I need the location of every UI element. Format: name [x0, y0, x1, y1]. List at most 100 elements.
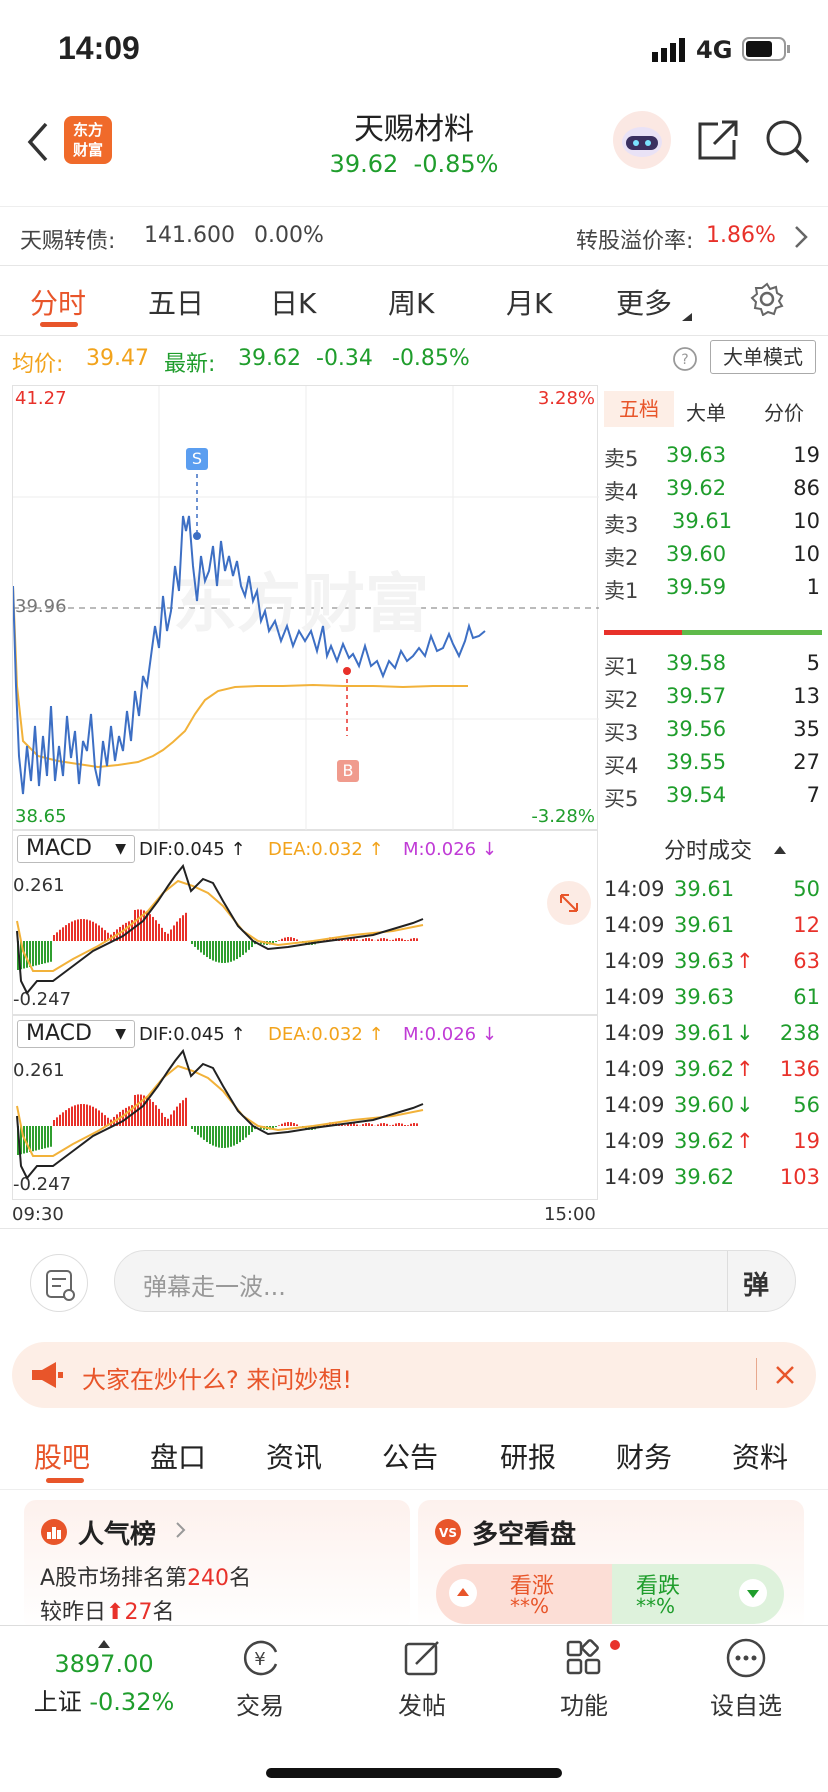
trades-title[interactable]: 分时成交	[664, 833, 752, 865]
bottom-toolbar: 3897.00 上证 -0.32% ¥ 交易 发帖 功能 设自选	[0, 1625, 828, 1792]
tab-announcements[interactable]: 公告	[382, 1436, 438, 1476]
ask-row[interactable]: 卖4 39.62 86	[600, 472, 828, 505]
trade-button[interactable]: ¥ 交易	[200, 1636, 320, 1721]
bid-row[interactable]: 买2 39.57 13	[600, 680, 828, 713]
macd-bar	[65, 1110, 67, 1126]
macd-bar	[152, 916, 154, 941]
macd-panel-1[interactable]: MACD ▼ DIF:0.045 ↑ DEA:0.032 ↑ M:0.026 ↓ …	[12, 830, 598, 1015]
trade-row[interactable]: 14:09 39.62 103	[600, 1161, 828, 1197]
macd-bar	[152, 1101, 154, 1126]
banner-divider	[756, 1358, 757, 1390]
convertible-bond-row[interactable]: 天赐转债: 141.600 0.00% 转股溢价率: 1.86%	[0, 206, 828, 266]
tab-intraday[interactable]: 分时	[30, 282, 86, 322]
tab-financials[interactable]: 财务	[616, 1436, 672, 1476]
trade-row[interactable]: 14:09 39.61 50	[600, 873, 828, 909]
ask-row[interactable]: 卖2 39.60 10	[600, 538, 828, 571]
macd-bar	[164, 932, 166, 941]
ask-ai-banner[interactable]: 大家在炒什么? 来问妙想!	[12, 1342, 816, 1408]
settings-gear-icon[interactable]	[750, 282, 784, 320]
tab-news[interactable]: 资讯	[266, 1436, 322, 1476]
banner-text: 大家在炒什么? 来问妙想!	[82, 1366, 352, 1394]
macd-bar	[80, 1104, 82, 1126]
trade-row[interactable]: 14:09 39.62 ↑ 136	[600, 1053, 828, 1089]
macd-bar	[86, 919, 88, 941]
bid-label: 买1	[604, 655, 639, 679]
danmaku-toggle-button[interactable]: 弹	[743, 1265, 769, 1302]
buy-marker[interactable]: B	[337, 760, 359, 782]
bid-row[interactable]: 买4 39.55 27	[600, 746, 828, 779]
trade-label: 交易	[236, 1692, 284, 1720]
tab-forum[interactable]: 股吧	[34, 1436, 90, 1476]
macd-bar	[293, 1123, 295, 1126]
tab-handicap[interactable]: 盘口	[150, 1436, 206, 1476]
bid-row[interactable]: 买5 39.54 7	[600, 779, 828, 812]
danmaku-input[interactable]: 弹幕走一波... 弹	[114, 1250, 796, 1312]
trade-volume: 238	[779, 1021, 820, 1045]
orderbook-tab-price[interactable]: 分价	[764, 397, 804, 426]
tab-daily-k[interactable]: 日K	[270, 282, 316, 322]
macd-bar	[50, 1126, 52, 1147]
ask-row[interactable]: 卖1 39.59 1	[600, 571, 828, 604]
popularity-card[interactable]: 人气榜 A股市场排名第240名 较昨日⬆27名	[24, 1500, 410, 1630]
macd-bar	[89, 1105, 91, 1126]
orderbook-tab-big[interactable]: 大单	[686, 397, 726, 426]
bearish-button[interactable]: 看跌 **%	[612, 1564, 784, 1624]
macd-bar	[212, 941, 214, 961]
tab-research[interactable]: 研报	[500, 1436, 556, 1476]
tab-weekly-k[interactable]: 周K	[388, 282, 434, 322]
trade-row[interactable]: 14:09 39.63 ↑ 63	[600, 945, 828, 981]
sentiment-card[interactable]: VS 多空看盘 看涨 **% 看跌 **%	[418, 1500, 804, 1630]
trade-row[interactable]: 14:09 39.61 ↓ 238	[600, 1017, 828, 1053]
function-button[interactable]: 功能	[524, 1636, 644, 1721]
help-icon[interactable]: ?	[672, 346, 698, 378]
tab-five-day[interactable]: 五日	[148, 282, 204, 322]
orderbook-tab-five[interactable]: 五档	[604, 391, 674, 427]
macd-bar	[155, 920, 157, 941]
trade-row[interactable]: 14:09 39.60 ↓ 56	[600, 1089, 828, 1125]
macd-bar	[140, 909, 142, 941]
macd-bar	[290, 937, 292, 941]
add-watchlist-button[interactable]: 设自选	[686, 1636, 806, 1721]
comment-bar: 弹幕走一波... 弹	[0, 1240, 828, 1330]
ask-volume: 1	[806, 575, 820, 599]
macd-bar	[416, 1123, 418, 1126]
bond-name: 天赐转债:	[20, 229, 116, 254]
tab-profile[interactable]: 资料	[732, 1436, 788, 1476]
price-line	[13, 515, 486, 795]
bid-row[interactable]: 买1 39.58 5	[600, 647, 828, 680]
macd-bar	[185, 1097, 187, 1126]
macd-bar	[101, 927, 103, 941]
macd-bar	[296, 1124, 298, 1126]
trade-row[interactable]: 14:09 39.63 61	[600, 981, 828, 1017]
macd-bar	[200, 1126, 202, 1138]
comment-list-icon[interactable]	[30, 1254, 88, 1312]
big-order-mode-button[interactable]: 大单模式	[710, 340, 816, 374]
bid-row[interactable]: 买3 39.56 35	[600, 713, 828, 746]
bid-label: 买4	[604, 754, 639, 778]
tab-more[interactable]: 更多	[616, 282, 672, 322]
bullish-button[interactable]: 看涨 **%	[436, 1564, 612, 1624]
bid-price: 39.55	[666, 750, 727, 774]
macd-panel-2[interactable]: MACD ▼ DIF:0.045 ↑ DEA:0.032 ↑ M:0.026 ↓ …	[12, 1015, 598, 1200]
post-button[interactable]: 发帖	[362, 1636, 482, 1721]
macd-bar	[161, 927, 163, 941]
macd-bar	[206, 1126, 208, 1143]
trade-row[interactable]: 14:09 39.62 ↑ 19	[600, 1125, 828, 1161]
macd-bar	[68, 923, 70, 941]
chart-low-pct: -3.28%	[531, 806, 595, 827]
tab-monthly-k[interactable]: 月K	[506, 282, 552, 322]
expand-icon[interactable]	[547, 881, 591, 925]
axis-start-time: 09:30	[12, 1204, 64, 1225]
intraday-chart[interactable]: 东方财富 S B 41.27 3.28% 39.96 38.65 -3.28%	[12, 385, 599, 831]
close-icon[interactable]	[774, 1364, 796, 1390]
avg-label: 均价:	[12, 352, 64, 377]
sell-marker[interactable]: S	[186, 448, 208, 470]
add-watchlist-label: 设自选	[710, 1692, 782, 1720]
trade-price: 39.63	[674, 985, 735, 1009]
index-ticker[interactable]: 3897.00 上证 -0.32%	[24, 1636, 184, 1717]
trade-row[interactable]: 14:09 39.61 12	[600, 909, 828, 945]
macd-bar	[77, 1104, 79, 1126]
ask-row[interactable]: 卖5 39.63 19	[600, 439, 828, 472]
ask-row[interactable]: 卖3 39.61 10	[600, 505, 828, 538]
macd-bar	[401, 938, 403, 941]
